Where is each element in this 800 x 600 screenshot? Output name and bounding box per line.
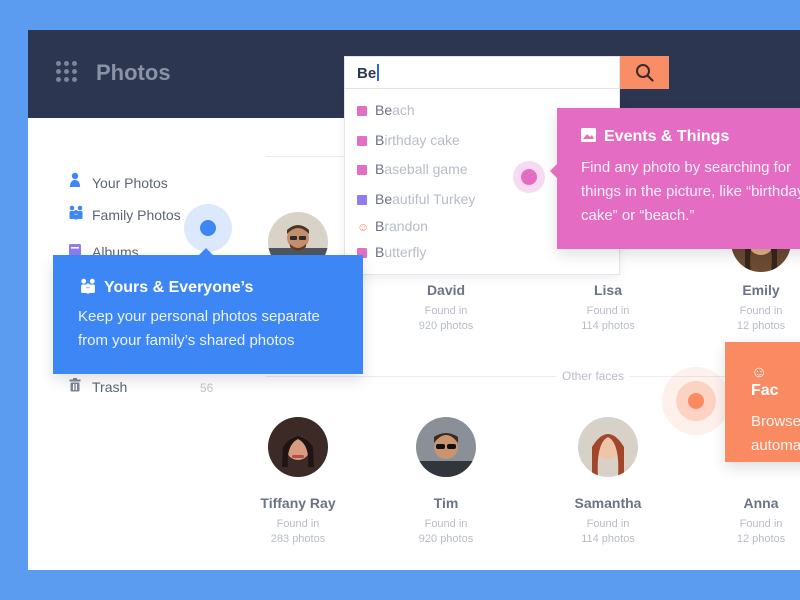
album-icon	[357, 195, 367, 205]
face-count: Found in 12 photos	[736, 518, 786, 545]
tooltip-yours-everyones: Yours & Everyone’s Keep your personal ph…	[53, 248, 363, 374]
image-icon	[581, 128, 596, 142]
family-icon	[68, 204, 83, 220]
hotspot-marker[interactable]	[662, 367, 730, 435]
sidebar-item-label: Trash	[92, 379, 128, 395]
trash-count: 56	[200, 381, 214, 395]
trash-icon	[68, 378, 82, 392]
tooltip-title: ☺Fac	[751, 364, 779, 399]
image-icon	[357, 165, 367, 175]
tooltip-title: Events & Things	[581, 128, 793, 146]
face-name: Anna	[743, 495, 779, 511]
tooltip-body: Find any photo by searching for things i…	[581, 159, 800, 224]
sidebar-item-label: Family Photos	[92, 207, 181, 223]
face-card-tim[interactable]: Tim Found in 920 photos	[386, 417, 506, 547]
face-count: Found in 920 photos	[418, 518, 474, 545]
person-icon	[68, 172, 82, 188]
divider	[266, 156, 346, 157]
suggestion-item[interactable]: Butterfly	[357, 244, 426, 264]
face-card-tiffany-ray[interactable]: Tiffany Ray Found in 283 photos	[238, 417, 358, 547]
apps-grid-icon[interactable]	[56, 61, 78, 83]
face-name: David	[426, 282, 466, 298]
search-input[interactable]: Be	[344, 56, 620, 89]
suggestion-item[interactable]: Beach	[357, 102, 415, 122]
avatar	[578, 417, 638, 477]
face-count: Found in 920 photos	[418, 305, 474, 332]
smile-icon: ☺	[751, 364, 768, 381]
face-count: Found in 12 photos	[736, 305, 786, 332]
face-count: Found in 114 photos	[581, 305, 635, 332]
suggestion-item[interactable]: Baseball game	[357, 161, 468, 181]
image-icon	[357, 136, 367, 146]
tooltip-body: Browse automa	[751, 413, 800, 454]
image-icon	[357, 106, 367, 116]
tooltip-events-things: Events & Things Find any photo by search…	[550, 108, 800, 249]
other-faces-label: Other faces	[556, 369, 631, 383]
face-icon: ☺	[357, 220, 370, 234]
face-count: Found in 283 photos	[270, 518, 326, 545]
search-icon	[635, 63, 654, 82]
avatar	[268, 417, 328, 477]
app-title: Photos	[96, 60, 171, 85]
suggestion-item[interactable]: Birthday cake	[357, 132, 460, 152]
tooltip-faces: ☺Fac Browse automa	[725, 342, 800, 462]
face-name: Tiffany Ray	[260, 495, 336, 511]
hotspot-marker[interactable]	[513, 161, 545, 193]
face-name: Lisa	[593, 282, 622, 298]
avatar	[416, 417, 476, 477]
face-name: Samantha	[574, 495, 642, 511]
sidebar-item-family-photos[interactable]: Family Photos	[68, 204, 181, 224]
sidebar-item-trash[interactable]: Trash	[68, 378, 127, 398]
suggestion-item[interactable]: ☺ Brandon	[357, 218, 428, 238]
face-count: Found in 114 photos	[581, 518, 635, 545]
face-name: Emily	[742, 282, 780, 298]
search-value[interactable]: Be	[357, 64, 379, 82]
tooltip-title: Yours & Everyone’s	[78, 277, 338, 297]
search-button[interactable]	[620, 56, 669, 89]
text-caret	[377, 64, 379, 81]
sidebar-item-your-photos[interactable]: Your Photos	[68, 172, 168, 192]
sidebar-item-label: Your Photos	[92, 175, 168, 191]
face-name: Tim	[433, 495, 459, 511]
hotspot-marker[interactable]	[184, 204, 232, 252]
tooltip-body: Keep your personal photos separate from …	[78, 308, 320, 349]
face-card-samantha[interactable]: Samantha Found in 114 photos	[548, 417, 668, 547]
family-icon	[78, 277, 98, 294]
suggestion-item[interactable]: Beautiful Turkey	[357, 191, 475, 211]
